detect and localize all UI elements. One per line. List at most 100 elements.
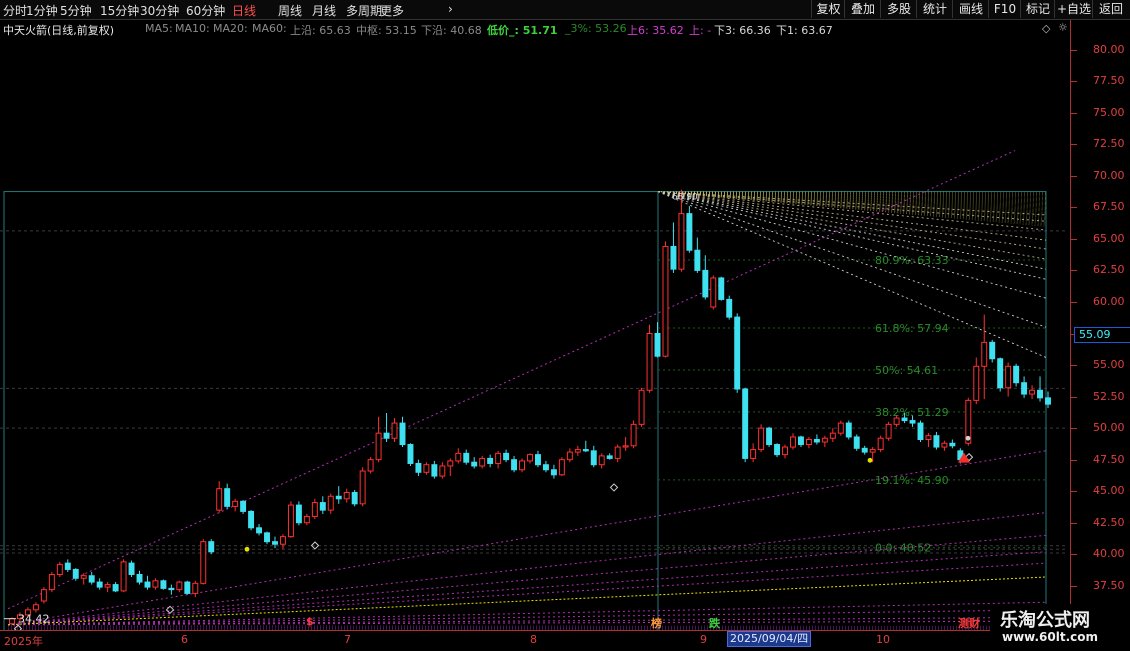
period-tab-1[interactable]: 1分钟 — [26, 2, 58, 19]
candle-body — [718, 277, 725, 300]
speed-fan-line — [657, 191, 1047, 212]
fib-level-label: 19.1%: 45.90 — [875, 474, 949, 487]
candle-body — [766, 427, 773, 446]
candle-body — [1005, 365, 1012, 389]
kline-chart[interactable]: 80.9%: 63.33 61.8%: 57.94 50%: 54.61 38.2%:… — [0, 37, 1070, 630]
candle-body — [192, 582, 199, 594]
candle-body — [511, 459, 518, 471]
toolbar-button-0[interactable]: 复权 — [811, 0, 845, 18]
candle-body — [973, 365, 980, 401]
period-toolbar: 分时 1分钟 5分钟 15分钟 30分钟 60分钟 日线 周线 月线 多周期 更多 › 复权 叠加 多股 统计… — [0, 0, 1130, 20]
y-tick-label: 62.50 — [1093, 263, 1125, 277]
y-tick-mark — [1071, 396, 1077, 398]
candle-body — [327, 495, 334, 511]
period-tab-9[interactable]: 多周期 — [346, 2, 382, 19]
candle-body — [471, 461, 478, 467]
toolbar-button-7[interactable]: +自选 — [1054, 0, 1093, 18]
candle-body — [933, 435, 940, 448]
settings-icon[interactable]: ☼ — [1058, 21, 1068, 34]
candle-body — [893, 417, 900, 425]
candle-body — [981, 341, 988, 367]
candle-body — [917, 422, 924, 440]
event-marker[interactable]: $ — [306, 615, 314, 628]
candle-body — [574, 449, 581, 453]
candle-body — [415, 462, 422, 473]
candle-body — [487, 457, 494, 464]
candle-body — [256, 527, 263, 534]
speed-fan-line — [657, 191, 1047, 209]
candle-body — [120, 561, 127, 592]
y-tick-label: 72.50 — [1093, 137, 1125, 151]
period-tab-6[interactable]: 日线 — [232, 2, 256, 19]
period-tab-8[interactable]: 月线 — [312, 2, 336, 19]
event-marker[interactable]: 跌 — [709, 615, 720, 631]
y-tick-mark — [1071, 522, 1077, 524]
period-tab-5[interactable]: 60分钟 — [186, 2, 225, 19]
toolbar-button-8[interactable]: 返回 — [1092, 0, 1129, 18]
x-axis-label: 6 — [181, 633, 188, 646]
speed-fan-line — [657, 191, 1047, 198]
y-tick-mark — [1071, 585, 1077, 587]
y-tick-mark — [1071, 144, 1077, 146]
candle-body — [80, 575, 87, 579]
candle-body — [64, 562, 71, 570]
candle-body — [989, 341, 996, 360]
candle-body — [1021, 382, 1028, 395]
period-tab-2[interactable]: 5分钟 — [60, 2, 92, 19]
period-tab-10[interactable]: 更多 — [380, 2, 404, 19]
toolbar-button-3[interactable]: 统计 — [916, 0, 953, 18]
stock-title[interactable]: 中天火箭(日线,前复权) — [3, 22, 114, 38]
upper-band-value: 上沿: 65.63 — [290, 24, 351, 37]
candle-body — [861, 447, 868, 453]
gann-fan-line — [7, 609, 1047, 626]
toolbar-button-1[interactable]: 叠加 — [844, 0, 881, 18]
candle-body — [232, 500, 239, 507]
candle-body — [782, 446, 788, 456]
diamond-icon[interactable]: ◇ — [1042, 22, 1050, 35]
candle-body — [455, 452, 462, 462]
signal-dot — [965, 435, 971, 441]
gann-fan-line — [7, 625, 1047, 627]
period-tab-0[interactable]: 分时 — [3, 2, 27, 19]
more-chevron-icon[interactable]: › — [448, 2, 453, 16]
candle-body — [88, 575, 95, 583]
candle-body — [813, 438, 820, 443]
candle-body — [790, 436, 796, 448]
y-tick-label: 80.00 — [1093, 42, 1125, 56]
speed-fan-line — [657, 191, 1047, 214]
candle-body — [439, 465, 446, 477]
candle-body — [144, 581, 151, 588]
period-tab-7[interactable]: 周线 — [278, 2, 302, 19]
x-axis-label: 7 — [344, 633, 351, 646]
toolbar-button-6[interactable]: 标记 — [1020, 0, 1055, 18]
candle-body — [335, 495, 342, 500]
candle-body — [240, 500, 247, 512]
event-marker[interactable]: 测财 — [958, 615, 980, 631]
period-tab-4[interactable]: 30分钟 — [140, 2, 179, 19]
period-tab-3[interactable]: 15分钟 — [100, 2, 139, 19]
watermark-url: www.60lt.com — [1002, 630, 1099, 644]
toolbar-button-2[interactable]: 多股 — [880, 0, 917, 18]
candle-body — [582, 449, 589, 452]
y-tick-label: 50.00 — [1093, 421, 1125, 435]
y-tick-mark — [1071, 491, 1077, 493]
candle-body — [646, 333, 653, 391]
toolbar-button-5[interactable]: F10 — [988, 0, 1021, 18]
candle-body — [48, 573, 55, 591]
candle-body — [829, 432, 836, 439]
candle-body — [638, 389, 645, 425]
y-tick-label: 67.50 — [1093, 200, 1125, 214]
candle-body — [128, 562, 135, 575]
candle-body — [558, 459, 565, 476]
speed-fan-line — [657, 191, 1047, 227]
candle-body — [152, 580, 159, 588]
candle-body — [40, 589, 47, 602]
candle-body — [264, 532, 270, 543]
candle-body — [710, 277, 717, 308]
toolbar-button-4[interactable]: 画线 — [952, 0, 989, 18]
candle-body — [662, 245, 669, 357]
candle-body — [1037, 389, 1044, 399]
event-marker[interactable]: 榜 — [651, 615, 662, 631]
candle-body — [375, 432, 382, 461]
candle-body — [423, 464, 430, 473]
